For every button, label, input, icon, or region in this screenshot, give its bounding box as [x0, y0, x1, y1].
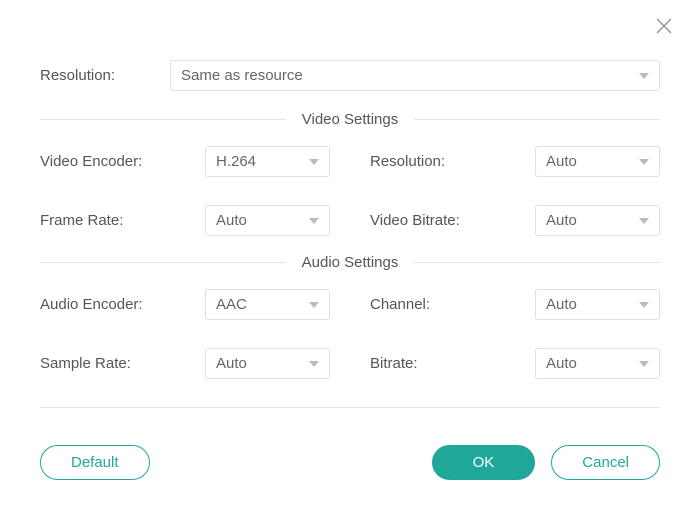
- channel-label: Channel:: [370, 296, 430, 313]
- sample-rate-field: Sample Rate: Auto: [40, 348, 330, 379]
- channel-field: Channel: Auto: [370, 289, 660, 320]
- video-bitrate-label: Video Bitrate:: [370, 212, 460, 229]
- chevron-down-icon: [309, 218, 319, 224]
- video-encoder-field: Video Encoder: H.264: [40, 146, 330, 177]
- chevron-down-icon: [639, 73, 649, 79]
- chevron-down-icon: [639, 218, 649, 224]
- video-bitrate-dropdown[interactable]: Auto: [535, 205, 660, 236]
- frame-rate-dropdown[interactable]: Auto: [205, 205, 330, 236]
- chevron-down-icon: [639, 159, 649, 165]
- video-resolution-label: Resolution:: [370, 153, 445, 170]
- video-section-title: Video Settings: [286, 111, 414, 128]
- audio-bitrate-value: Auto: [546, 355, 577, 372]
- top-resolution-label: Resolution:: [40, 67, 160, 84]
- video-resolution-value: Auto: [546, 153, 577, 170]
- frame-rate-value: Auto: [216, 212, 247, 229]
- bottom-divider: [40, 407, 660, 408]
- audio-encoder-value: AAC: [216, 296, 247, 313]
- chevron-down-icon: [309, 302, 319, 308]
- audio-section-title: Audio Settings: [286, 254, 415, 271]
- frame-rate-field: Frame Rate: Auto: [40, 205, 330, 236]
- audio-encoder-field: Audio Encoder: AAC: [40, 289, 330, 320]
- audio-section-divider: Audio Settings: [40, 254, 660, 271]
- video-resolution-dropdown[interactable]: Auto: [535, 146, 660, 177]
- top-resolution-value: Same as resource: [181, 67, 303, 84]
- video-encoder-value: H.264: [216, 153, 256, 170]
- top-resolution-row: Resolution: Same as resource: [40, 60, 660, 91]
- audio-bitrate-label: Bitrate:: [370, 355, 418, 372]
- sample-rate-value: Auto: [216, 355, 247, 372]
- button-row: Default OK Cancel: [40, 445, 660, 480]
- sample-rate-dropdown[interactable]: Auto: [205, 348, 330, 379]
- audio-encoder-label: Audio Encoder:: [40, 296, 143, 313]
- audio-bitrate-field: Bitrate: Auto: [370, 348, 660, 379]
- cancel-button[interactable]: Cancel: [551, 445, 660, 480]
- video-bitrate-value: Auto: [546, 212, 577, 229]
- audio-settings-grid: Audio Encoder: AAC Channel: Auto Sample …: [40, 289, 660, 379]
- close-button[interactable]: [652, 16, 676, 40]
- video-encoder-label: Video Encoder:: [40, 153, 142, 170]
- audio-bitrate-dropdown[interactable]: Auto: [535, 348, 660, 379]
- top-resolution-dropdown[interactable]: Same as resource: [170, 60, 660, 91]
- chevron-down-icon: [639, 302, 649, 308]
- ok-button[interactable]: OK: [432, 445, 536, 480]
- channel-dropdown[interactable]: Auto: [535, 289, 660, 320]
- chevron-down-icon: [639, 361, 649, 367]
- sample-rate-label: Sample Rate:: [40, 355, 131, 372]
- channel-value: Auto: [546, 296, 577, 313]
- video-bitrate-field: Video Bitrate: Auto: [370, 205, 660, 236]
- audio-encoder-dropdown[interactable]: AAC: [205, 289, 330, 320]
- video-resolution-field: Resolution: Auto: [370, 146, 660, 177]
- video-settings-grid: Video Encoder: H.264 Resolution: Auto Fr…: [40, 146, 660, 236]
- close-icon: [654, 16, 674, 40]
- chevron-down-icon: [309, 159, 319, 165]
- video-encoder-dropdown[interactable]: H.264: [205, 146, 330, 177]
- default-button[interactable]: Default: [40, 445, 150, 480]
- frame-rate-label: Frame Rate:: [40, 212, 123, 229]
- chevron-down-icon: [309, 361, 319, 367]
- video-section-divider: Video Settings: [40, 111, 660, 128]
